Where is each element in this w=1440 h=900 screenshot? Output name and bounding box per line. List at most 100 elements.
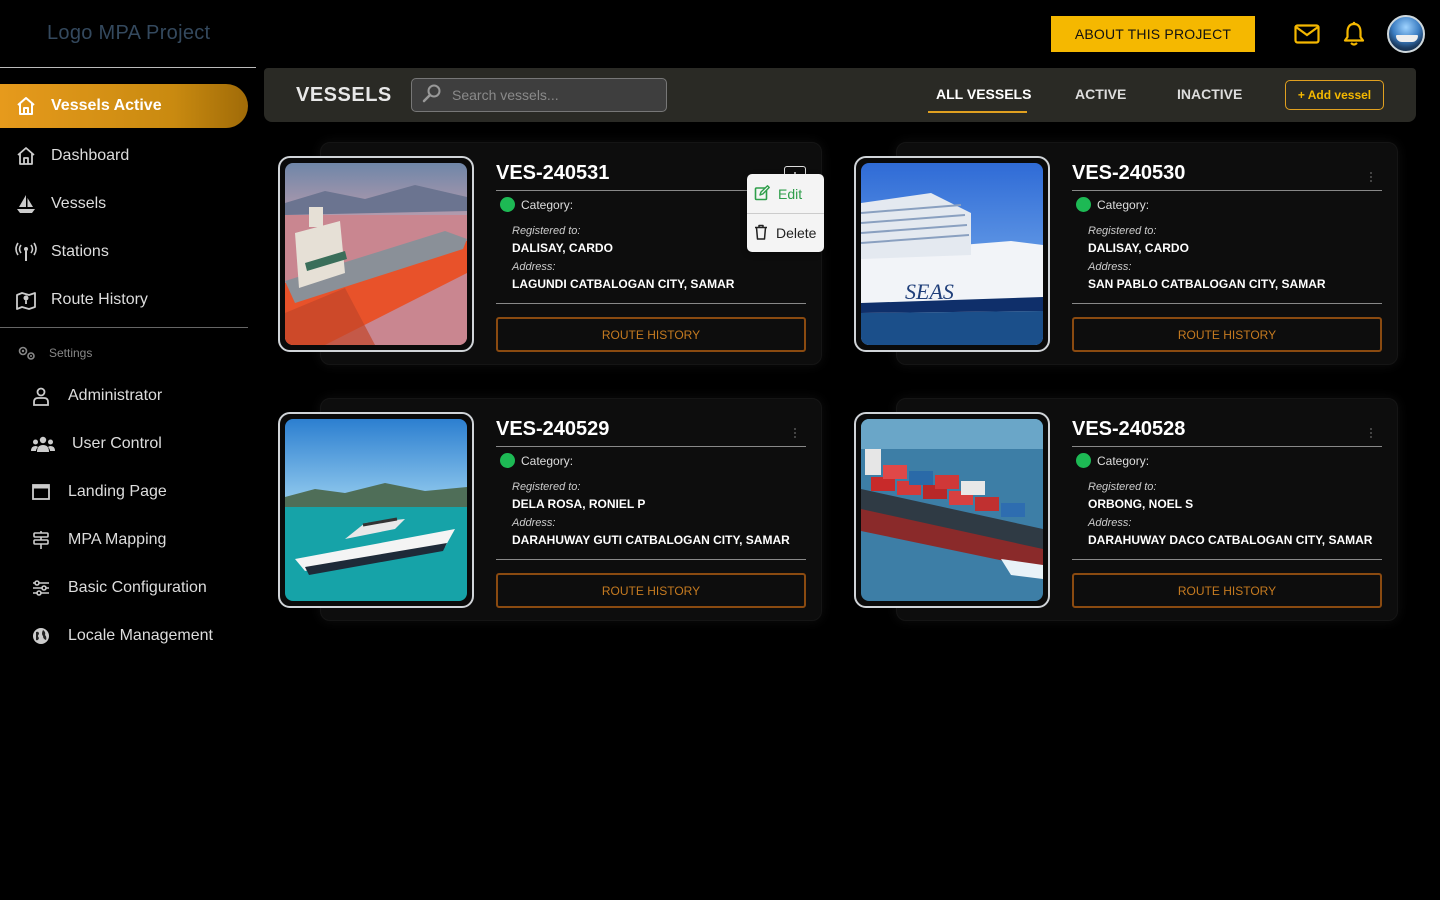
sidebar-item-basic-configuration[interactable]: Basic Configuration (30, 573, 207, 603)
sidebar-item-vessels-active[interactable]: Vessels Active (0, 84, 248, 128)
address-label: Address: (1088, 517, 1132, 529)
user-avatar[interactable] (1387, 15, 1425, 53)
edit-menu-item[interactable]: Edit (747, 175, 824, 213)
signpost-icon (30, 529, 52, 551)
trash-icon (754, 224, 768, 243)
address-value: LAGUNDI CATBALOGAN CITY, SAMAR (512, 277, 735, 291)
registered-label: Registered to: (1088, 481, 1157, 493)
sidebar-item-label: Locale Management (68, 627, 213, 644)
sidebar-item-vessels[interactable]: Vessels (15, 189, 106, 219)
settings-label: Settings (49, 346, 93, 360)
search-input[interactable] (452, 87, 652, 103)
vessel-id: VES-240528 (1072, 418, 1186, 440)
users-icon (30, 433, 56, 455)
sidebar-item-label: Stations (51, 243, 109, 260)
category-row: Category: (500, 197, 573, 212)
cargo-ship-ice-image (285, 163, 467, 345)
delete-menu-item[interactable]: Delete (747, 214, 824, 252)
divider (496, 446, 806, 447)
more-options-button[interactable] (1360, 166, 1382, 188)
vessel-image[interactable] (278, 156, 474, 352)
registered-label: Registered to: (512, 225, 581, 237)
tab-inactive[interactable]: INACTIVE (1177, 86, 1242, 102)
vessel-context-menu: Edit Delete (747, 174, 824, 252)
map-pin-icon (15, 289, 37, 311)
settings-gears-icon (17, 344, 37, 362)
route-history-button[interactable]: ROUTE HISTORY (496, 317, 806, 352)
sidebar-item-label: User Control (72, 435, 162, 452)
address-label: Address: (1088, 261, 1132, 273)
route-history-button[interactable]: ROUTE HISTORY (496, 573, 806, 608)
sidebar-item-landing-page[interactable]: Landing Page (30, 477, 167, 507)
sidebar-item-dashboard[interactable]: Dashboard (15, 141, 129, 171)
bell-icon[interactable] (1340, 20, 1368, 48)
sidebar-divider-top (0, 67, 256, 68)
sliders-icon (30, 577, 52, 599)
divider (496, 559, 806, 560)
category-label: Category: (521, 453, 574, 468)
more-options-button[interactable] (1360, 422, 1382, 444)
sidebar-item-label: MPA Mapping (68, 531, 167, 548)
vessel-card: VES-240529 Category: Registered to: DELA… (278, 398, 822, 621)
add-vessel-button[interactable]: + Add vessel (1285, 80, 1384, 110)
registered-value: DALISAY, CARDO (512, 241, 613, 255)
mail-icon[interactable] (1293, 20, 1321, 48)
divider (1072, 303, 1382, 304)
status-dot (500, 197, 515, 212)
category-row: Category: (1076, 197, 1149, 212)
sidebar-item-label: Landing Page (68, 483, 167, 500)
vessel-id: VES-240530 (1072, 162, 1186, 184)
tab-active[interactable]: ACTIVE (1075, 86, 1126, 102)
category-row: Category: (1076, 453, 1149, 468)
search-icon (422, 83, 442, 108)
category-row: Category: (500, 453, 573, 468)
sidebar-item-route-history[interactable]: Route History (15, 285, 148, 315)
sailboat-icon (15, 193, 37, 215)
divider (1072, 559, 1382, 560)
address-value: SAN PABLO CATBALOGAN CITY, SAMAR (1088, 277, 1326, 291)
registered-label: Registered to: (512, 481, 581, 493)
address-value: DARAHUWAY GUTI CATBALOGAN CITY, SAMAR (512, 533, 790, 547)
divider (496, 303, 806, 304)
sidebar-item-user-control[interactable]: User Control (30, 429, 162, 459)
status-dot (1076, 453, 1091, 468)
cruise-ship-image: SEAS (861, 163, 1043, 345)
app-logo[interactable]: Logo MPA Project (47, 22, 210, 45)
speedboat-image (285, 419, 467, 601)
container-ship-image (861, 419, 1043, 601)
search-box[interactable] (411, 78, 667, 112)
sidebar-item-locale-management[interactable]: Locale Management (30, 621, 213, 651)
sidebar-item-stations[interactable]: Stations (15, 237, 109, 267)
sidebar-item-mpa-mapping[interactable]: MPA Mapping (30, 525, 166, 555)
vessel-image[interactable] (278, 412, 474, 608)
category-label: Category: (1097, 197, 1150, 212)
vessel-id: VES-240531 (496, 162, 610, 184)
vessel-card: VES-240531 Category: Registered to: DALI… (278, 142, 822, 365)
registered-value: ORBONG, NOEL S (1088, 497, 1194, 511)
vessel-image[interactable]: SEAS (854, 156, 1050, 352)
active-tab-indicator (928, 111, 1027, 113)
antenna-icon (15, 241, 37, 263)
sidebar-divider (0, 327, 248, 328)
route-history-button[interactable]: ROUTE HISTORY (1072, 573, 1382, 608)
sidebar-item-administrator[interactable]: Administrator (30, 381, 162, 411)
vessel-card: VES-240528 Category: Registered to: ORBO… (854, 398, 1398, 621)
route-history-button[interactable]: ROUTE HISTORY (1072, 317, 1382, 352)
registered-label: Registered to: (1088, 225, 1157, 237)
page-title: VESSELS (296, 84, 392, 106)
vessel-image[interactable] (854, 412, 1050, 608)
vessels-toolbar: VESSELS ALL VESSELS ACTIVE INACTIVE + Ad… (264, 68, 1416, 122)
delete-label: Delete (776, 225, 817, 241)
more-options-button[interactable] (784, 422, 806, 444)
sidebar-item-label: Vessels Active (51, 97, 162, 114)
home-icon (15, 145, 37, 167)
status-dot (1076, 197, 1091, 212)
globe-icon (30, 625, 52, 647)
tab-all-vessels[interactable]: ALL VESSELS (936, 86, 1031, 102)
category-label: Category: (521, 197, 574, 212)
edit-icon (754, 184, 770, 204)
about-project-button[interactable]: ABOUT THIS PROJECT (1051, 16, 1255, 52)
sidebar-item-label: Administrator (68, 387, 163, 404)
vessel-id: VES-240529 (496, 418, 610, 440)
divider (1072, 446, 1382, 447)
